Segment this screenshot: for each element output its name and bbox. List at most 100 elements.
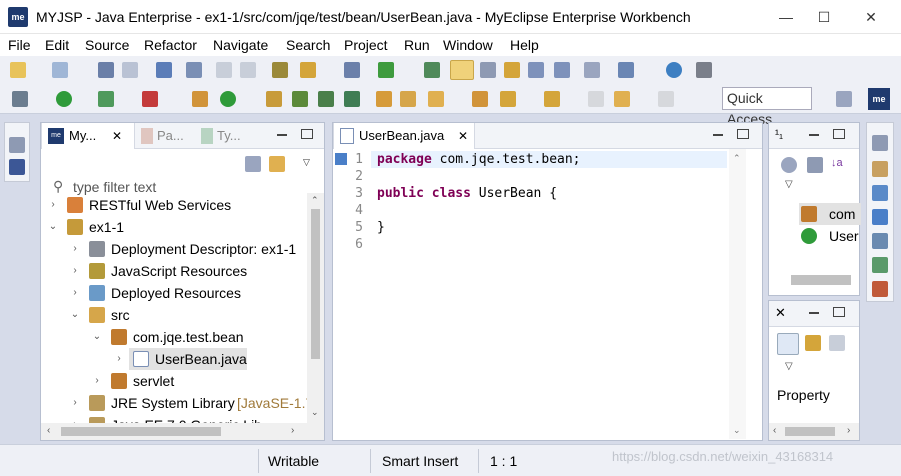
expand-icon[interactable]: › (113, 348, 125, 370)
explorer-horizontal-scrollbar[interactable]: ‹ › (41, 423, 324, 440)
paragraph-icon[interactable] (554, 62, 570, 78)
explorer-vertical-scrollbar[interactable]: ⌃ ⌄ (307, 193, 324, 423)
collapse-icon[interactable]: ⌄ (69, 304, 81, 326)
properties-horizontal-scrollbar[interactable]: ‹ › (769, 423, 859, 440)
wand-icon[interactable] (428, 91, 444, 107)
minimize-view-icon[interactable] (809, 134, 819, 136)
open-perspective-icon[interactable] (836, 91, 852, 107)
folder-icon[interactable] (400, 91, 416, 107)
scroll-left-icon[interactable]: ‹ (47, 425, 50, 436)
run-external-icon[interactable] (98, 91, 114, 107)
outline-tab[interactable]: ¹₁ (775, 127, 783, 141)
globe-icon[interactable] (666, 62, 682, 78)
menu-source[interactable]: Source (85, 37, 129, 53)
tab-myeclipse-explorer[interactable]: me My... ✕ (41, 123, 135, 149)
code-area[interactable]: 1 package com.jqe.test.bean; 2 3 public cl… (333, 151, 727, 261)
package-icon[interactable] (472, 91, 488, 107)
close-icon[interactable]: ✕ (458, 123, 468, 149)
tree-item-selected[interactable]: › UserBean.java (117, 348, 247, 370)
new-package-icon[interactable] (52, 62, 68, 78)
servers-icon[interactable] (872, 281, 888, 297)
advanced-icon[interactable] (805, 335, 821, 351)
whitespace-icon[interactable] (584, 62, 600, 78)
tree-item[interactable]: › JavaScript Resources (41, 260, 307, 282)
skip-breakpoints-icon[interactable] (186, 62, 202, 78)
highlight-icon[interactable] (450, 60, 474, 80)
tab-type-hierarchy[interactable]: Ty... (199, 123, 255, 149)
maximize-view-icon[interactable] (737, 129, 749, 139)
collapse-icon[interactable]: ⌄ (47, 216, 59, 238)
back-icon[interactable] (614, 91, 630, 107)
grid-icon[interactable] (378, 62, 394, 78)
tree-item[interactable]: › servlet (41, 370, 307, 392)
undo-icon[interactable] (216, 62, 232, 78)
menu-window[interactable]: Window (443, 37, 493, 53)
minimize-view-icon[interactable] (277, 134, 287, 136)
menu-project[interactable]: Project (344, 37, 388, 53)
tree-item[interactable]: › RESTful Web Services (41, 194, 307, 216)
menu-file[interactable]: File (8, 37, 31, 53)
outline-scrollbar-thumb[interactable] (791, 275, 851, 285)
annotation-icon[interactable] (480, 62, 496, 78)
expand-icon[interactable]: › (47, 194, 59, 216)
close-icon[interactable]: ✕ (775, 305, 786, 321)
sort-icon[interactable]: ↓a (831, 157, 847, 173)
stop-server-icon[interactable] (142, 91, 158, 107)
menu-help[interactable]: Help (510, 37, 539, 53)
scroll-right-icon[interactable]: › (291, 425, 294, 436)
expand-icon[interactable]: › (91, 370, 103, 392)
filter-icon[interactable] (781, 157, 797, 173)
network-icon[interactable] (872, 257, 888, 273)
maximize-view-icon[interactable] (833, 307, 845, 317)
new-icon[interactable] (10, 62, 26, 78)
collapse-all-icon[interactable] (245, 156, 261, 172)
minimize-view-icon[interactable] (713, 134, 723, 136)
deploy-icon[interactable] (272, 62, 288, 78)
tree-item[interactable]: › Deployment Descriptor: ex1-1 (41, 238, 307, 260)
scroll-down-icon[interactable]: ⌄ (311, 407, 319, 418)
restore-default-icon[interactable] (829, 335, 845, 351)
maximize-view-icon[interactable] (301, 129, 313, 139)
restore-icon[interactable] (9, 137, 25, 153)
console-icon[interactable] (156, 62, 172, 78)
tree-item[interactable]: ⌄ com.jqe.test.bean (41, 326, 307, 348)
scroll-up-icon[interactable]: ⌃ (733, 153, 741, 164)
link-with-editor-icon[interactable] (269, 156, 285, 172)
scroll-down-icon[interactable]: ⌄ (733, 425, 741, 436)
menu-navigate[interactable]: Navigate (213, 37, 268, 53)
server-icon[interactable] (300, 62, 316, 78)
bundle3-icon[interactable] (344, 91, 360, 107)
tree-item[interactable]: ⌄ src (41, 304, 307, 326)
collapse-icon[interactable]: ▽ (785, 179, 793, 190)
collapse-icon[interactable]: ▽ (785, 361, 793, 372)
scrollbar-thumb[interactable] (785, 427, 835, 436)
expand-icon[interactable]: › (69, 260, 81, 282)
bundle-icon[interactable] (292, 91, 308, 107)
maximize-button[interactable]: ☐ (801, 0, 847, 34)
open-folder-icon[interactable] (376, 91, 392, 107)
debug-icon[interactable] (12, 91, 28, 107)
run-icon[interactable] (56, 91, 72, 107)
servers-view-icon[interactable] (9, 159, 25, 175)
view-menu-icon[interactable]: ▽ (303, 157, 310, 168)
prev-annotation-icon[interactable] (544, 91, 560, 107)
close-window-button[interactable]: ✕ (848, 0, 894, 34)
bundle2-icon[interactable] (318, 91, 334, 107)
redo-icon[interactable] (240, 62, 256, 78)
expand-icon[interactable]: › (69, 392, 81, 414)
expand-icon[interactable]: › (69, 238, 81, 260)
maximize-view-icon[interactable] (833, 129, 845, 139)
outline-item-selected[interactable]: com (799, 203, 861, 225)
tree-item[interactable]: ⌄ ex1-1 (41, 216, 307, 238)
menu-run[interactable]: Run (404, 37, 430, 53)
quick-access-input[interactable]: Quick Access (722, 87, 812, 127)
tab-package-explorer[interactable]: Pa... (139, 123, 195, 149)
marker-icon[interactable] (424, 62, 440, 78)
last-edit-icon[interactable] (588, 91, 604, 107)
minimize-view-icon[interactable] (809, 312, 819, 314)
collapse-icon[interactable]: ⌄ (91, 326, 103, 348)
outline-item[interactable]: User (799, 225, 861, 247)
restore-icon[interactable] (872, 135, 888, 151)
palette-icon[interactable] (872, 209, 888, 225)
categories-icon[interactable] (777, 333, 799, 355)
